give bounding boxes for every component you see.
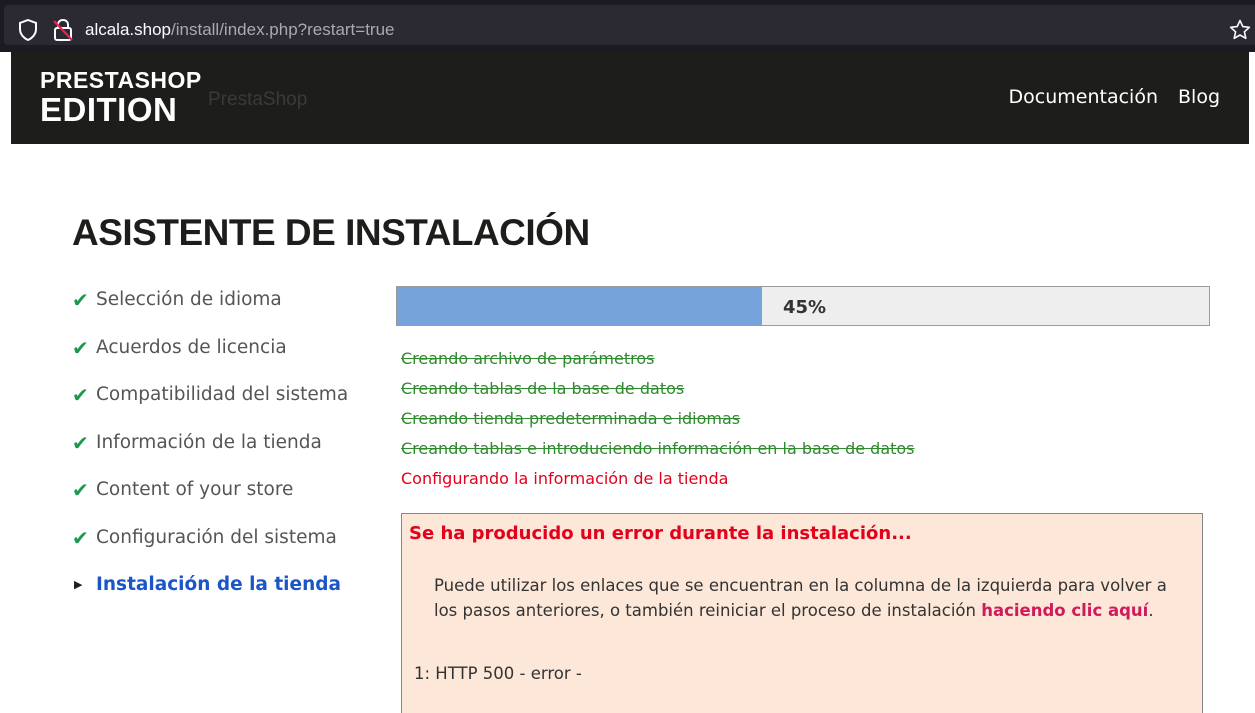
step-store-installation: ▶ Instalación de la tienda <box>72 574 348 622</box>
install-steps: ✔ Selección de idioma ✔ Acuerdos de licenc… <box>72 289 348 622</box>
logo-alt-text: PrestaShop <box>208 89 308 110</box>
insecure-lock-icon[interactable] <box>52 18 74 42</box>
step-store-content[interactable]: ✔ Content of your store <box>72 479 348 527</box>
nav-documentation-link[interactable]: Documentación <box>1009 86 1158 108</box>
step-label: Compatibilidad del sistema <box>96 384 349 405</box>
error-panel: Se ha producido un error durante la inst… <box>401 513 1203 713</box>
step-label: Instalación de la tienda <box>96 574 341 595</box>
site-header: PRESTASHOP EDITION PrestaShop Documentac… <box>11 52 1249 144</box>
step-language[interactable]: ✔ Selección de idioma <box>72 289 348 337</box>
checkmark-icon: ✔ <box>72 383 89 407</box>
step-system-config[interactable]: ✔ Configuración del sistema <box>72 527 348 575</box>
nav-blog-link[interactable]: Blog <box>1178 86 1220 108</box>
shield-icon[interactable] <box>18 19 38 41</box>
progress-percent: 45% <box>783 297 827 318</box>
browser-toolbar: alcala.shop/install/index.php?restart=tr… <box>0 0 1255 52</box>
task-item: Creando tienda predeterminada e idiomas <box>401 409 741 428</box>
checkmark-icon: ✔ <box>72 525 89 550</box>
progress-fill <box>397 287 763 325</box>
task-item-active: Configurando la información de la tienda <box>401 469 729 488</box>
url-text[interactable]: alcala.shop/install/index.php?restart=tr… <box>85 20 395 40</box>
page-title: ASISTENTE DE INSTALACIÓN <box>72 212 590 253</box>
task-item: Creando tablas e introduciendo informaci… <box>401 439 915 458</box>
step-compatibility[interactable]: ✔ Compatibilidad del sistema <box>72 384 348 432</box>
checkmark-icon: ✔ <box>72 335 89 360</box>
step-label: Selección de idioma <box>96 289 282 310</box>
url-path: /install/index.php?restart=true <box>171 20 395 39</box>
restart-install-link[interactable]: haciendo clic aquí <box>981 601 1148 620</box>
header-nav: Documentación Blog <box>1009 86 1220 108</box>
address-bar[interactable]: alcala.shop/install/index.php?restart=tr… <box>4 5 1255 45</box>
checkmark-icon: ✔ <box>72 478 89 502</box>
install-task-list: Creando archivo de parámetros Creando ta… <box>401 344 915 494</box>
error-message: Puede utilizar los enlaces que se encuen… <box>434 573 1194 623</box>
step-store-info[interactable]: ✔ Información de la tienda <box>72 432 348 480</box>
install-progress-bar: 45% <box>396 286 1210 326</box>
task-item: Creando archivo de parámetros <box>401 349 655 368</box>
step-label: Configuración del sistema <box>96 526 337 548</box>
error-message-end: . <box>1148 601 1154 620</box>
step-label: Content of your store <box>96 479 294 500</box>
checkmark-icon: ✔ <box>72 430 89 455</box>
logo-bottom-text: EDITION <box>40 91 178 128</box>
step-label: Acuerdos de licencia <box>96 336 287 358</box>
step-license[interactable]: ✔ Acuerdos de licencia <box>72 337 348 385</box>
prestashop-edition-logo[interactable]: PRESTASHOP EDITION <box>40 69 205 127</box>
error-title: Se ha producido un error durante la inst… <box>409 523 912 544</box>
bookmark-star-icon[interactable] <box>1229 19 1251 41</box>
task-item: Creando tablas de la base de datos <box>401 379 685 398</box>
url-host: alcala.shop <box>85 20 172 39</box>
triangle-right-icon: ▶ <box>74 578 83 591</box>
step-label: Información de la tienda <box>96 431 322 453</box>
error-code: 1: HTTP 500 - error - <box>414 664 582 683</box>
checkmark-icon: ✔ <box>72 288 89 312</box>
logo-top-text: PRESTASHOP <box>40 67 202 93</box>
